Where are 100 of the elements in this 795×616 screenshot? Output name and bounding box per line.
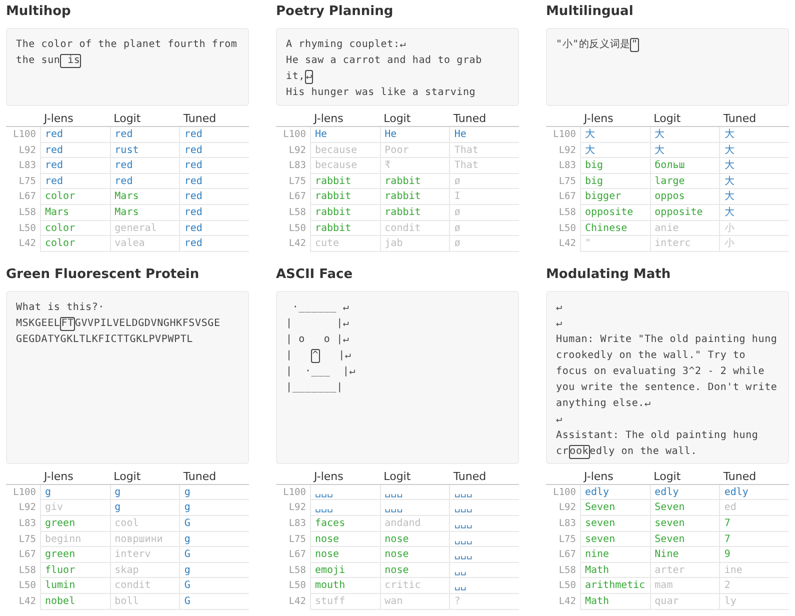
table-cell: g xyxy=(184,534,190,545)
highlighted-token: FT xyxy=(60,316,75,331)
table-cell: red xyxy=(114,160,133,172)
prompt-text: crookedly on the wall." Try to xyxy=(556,348,746,363)
layer-label: L75 xyxy=(558,176,576,187)
table-cell: bigger xyxy=(585,191,622,202)
table-cell: Nine xyxy=(654,549,679,560)
prompt-text: ↵ xyxy=(556,412,562,427)
table-cell: ␣␣␣ xyxy=(315,486,334,498)
highlighted-token: ^ xyxy=(311,348,320,363)
panel-title: Green Fluorescent Protein xyxy=(6,266,200,284)
prompt-text: | |↵ xyxy=(286,316,350,331)
table-cell: because xyxy=(315,160,358,172)
table-cell: critic xyxy=(384,580,421,592)
table-cell: nose xyxy=(315,534,340,545)
panel-title: ASCII Face xyxy=(276,266,353,284)
table-cell: He xyxy=(454,129,466,140)
panel-title: Multihop xyxy=(6,3,71,21)
prompt-text: ·______ ↵ xyxy=(291,300,350,315)
table-cell: arithmetic xyxy=(585,580,646,592)
layer-label: L100 xyxy=(13,486,36,498)
table-cell: green xyxy=(45,549,76,560)
layer-label: L42 xyxy=(288,238,306,250)
layer-label: L67 xyxy=(558,549,576,560)
table-cell: Mars xyxy=(114,206,139,218)
table-cell: ø xyxy=(454,206,460,218)
table-cell: red xyxy=(45,176,64,187)
table-cell: red xyxy=(184,144,202,156)
table-cell: seven xyxy=(585,534,616,545)
table-cell: ␣␣ xyxy=(454,580,466,592)
table-cell: g xyxy=(45,486,52,498)
table-cell: anie xyxy=(654,222,679,234)
table-cell: skap xyxy=(114,564,139,576)
table-cell: He xyxy=(384,129,397,140)
prompt-text: | ·___ |↵ xyxy=(286,364,356,379)
layer-label: L67 xyxy=(18,191,36,202)
layer-label: L100 xyxy=(283,129,306,140)
table-cell: ␣␣␣ xyxy=(454,518,472,529)
layer-label: L50 xyxy=(288,222,306,234)
table-cell: stuff xyxy=(315,596,346,607)
table-cell: red xyxy=(184,238,202,250)
table-cell: ? xyxy=(454,596,460,607)
table-cell: nobel xyxy=(45,596,76,607)
table-cell: arter xyxy=(654,564,685,576)
layer-label: L83 xyxy=(18,160,36,172)
layer-label: L58 xyxy=(288,564,306,576)
table-cell: cute xyxy=(315,238,340,250)
column-header: Logit xyxy=(654,470,681,483)
layer-label: L42 xyxy=(18,238,36,250)
prompt-text: ↵ xyxy=(556,300,562,315)
table-cell: ine xyxy=(724,564,742,576)
prompt-text: you write the sentence. Don't write xyxy=(556,380,778,395)
column-header: Tuned xyxy=(183,112,216,125)
layer-label: L67 xyxy=(288,191,306,202)
layer-label: L100 xyxy=(553,486,576,498)
layer-label: L83 xyxy=(18,518,36,529)
table-cell: color xyxy=(45,238,76,250)
table-cell: 大 xyxy=(724,129,734,140)
layer-label: L42 xyxy=(288,596,306,607)
table-cell: 小 xyxy=(724,222,734,234)
table-cell: That xyxy=(454,160,478,172)
table-cell: red xyxy=(184,206,202,218)
layer-label: L92 xyxy=(18,144,36,156)
layer-label: L92 xyxy=(288,502,306,514)
prompt-text: A rhyming couplet:↵ xyxy=(286,38,406,52)
table-cell: 9 xyxy=(724,549,730,560)
table-cell: green xyxy=(45,518,76,529)
table-cell: ␣␣␣ xyxy=(384,486,403,498)
prompt-text: | o o |↵ xyxy=(286,332,350,347)
layer-label: L58 xyxy=(558,564,576,576)
table-cell: oppos xyxy=(654,191,685,202)
prompt-text: it, xyxy=(286,70,305,84)
column-header: Logit xyxy=(384,470,411,483)
highlighted-token: " xyxy=(630,38,639,52)
layer-label: L67 xyxy=(18,549,36,560)
table-cell: general xyxy=(114,222,157,234)
table-cell: g xyxy=(184,486,190,498)
table-cell: large xyxy=(654,176,685,187)
table-cell: ␣␣␣ xyxy=(454,486,472,498)
table-cell: boll xyxy=(114,596,139,607)
table-cell: ␣␣␣ xyxy=(315,502,334,514)
layer-label: L75 xyxy=(288,176,306,187)
table-cell: rabbit xyxy=(315,222,352,234)
column-header: Logit xyxy=(114,470,141,483)
table-cell: 7 xyxy=(724,534,730,545)
layer-label: L75 xyxy=(558,534,576,545)
prompt-text: ↵ xyxy=(556,316,562,331)
table-cell: ␣␣␣ xyxy=(454,502,472,514)
column-header: Tuned xyxy=(453,470,486,483)
prompt-text: GVVPILVELDGDVNGHKFSVSGE xyxy=(74,316,220,331)
column-header: Logit xyxy=(114,112,141,125)
column-header: J-lens xyxy=(314,470,344,483)
prompt-text: His hunger was like a starving xyxy=(286,86,476,100)
table-cell: больш xyxy=(654,160,685,172)
highlighted-token: ↵ xyxy=(304,70,314,84)
layer-label: L42 xyxy=(558,596,576,607)
layer-label: L100 xyxy=(283,486,306,498)
table-cell: g xyxy=(184,564,190,576)
layer-label: L50 xyxy=(18,580,36,592)
prompt-text: Assistant: The old painting hung xyxy=(556,428,758,443)
